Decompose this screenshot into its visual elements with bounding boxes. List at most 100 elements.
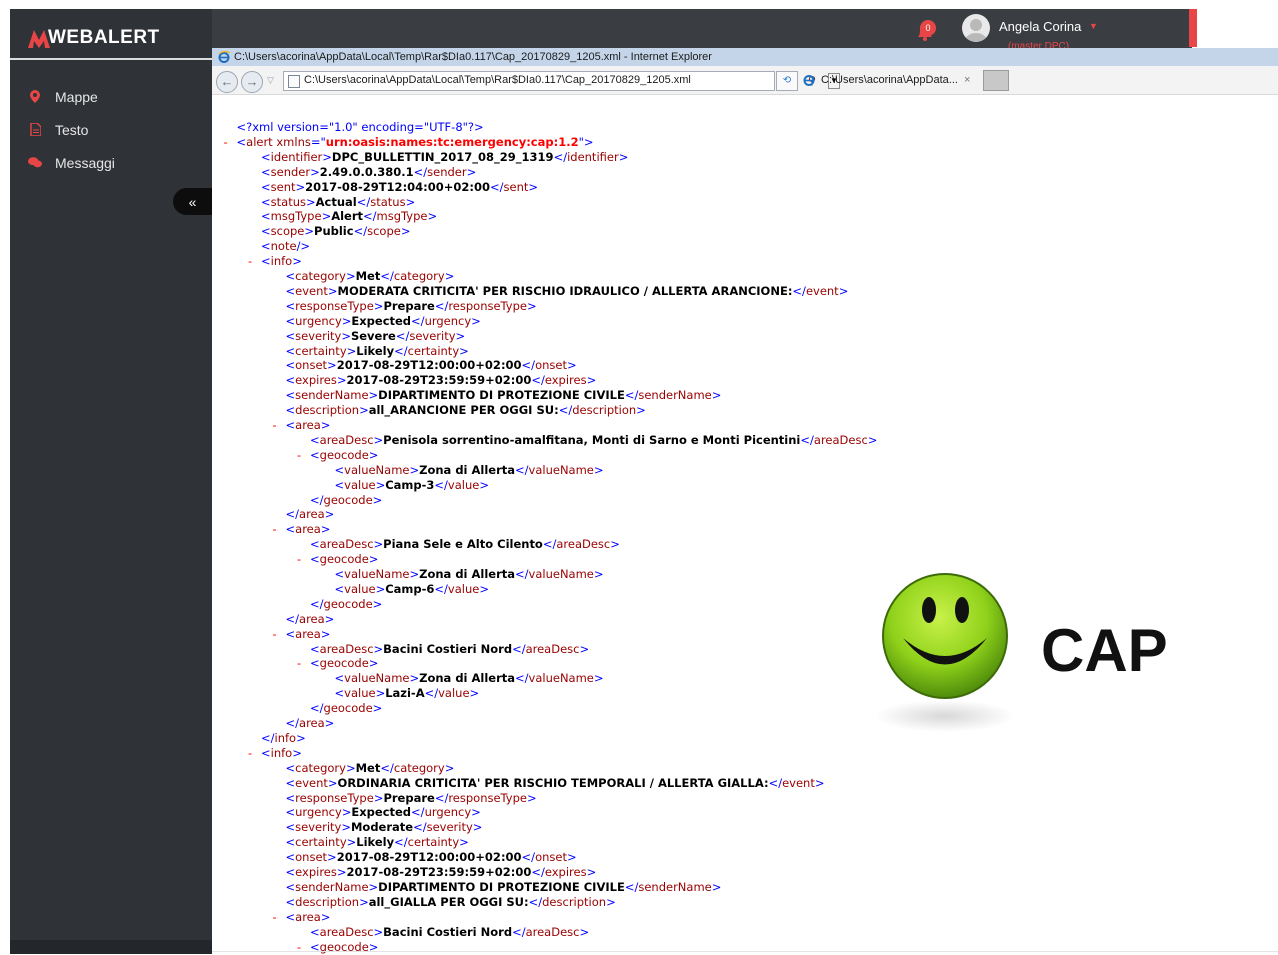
caret-down-icon[interactable]: ▼ <box>1089 21 1098 31</box>
xml-markup: > <box>368 656 379 671</box>
xml-markup: > <box>310 164 320 179</box>
xml-markup: > <box>341 820 351 835</box>
xml-value: Penisola sorrentino-amalfitana, Monti di… <box>383 432 801 447</box>
xml-line: <area> <box>286 910 331 925</box>
history-dropdown-icon[interactable]: ▽ <box>267 75 274 86</box>
collapse-toggle[interactable]: - <box>273 910 277 925</box>
ie-titlebar: C:\Users\acorina\AppData\Local\Temp\Rar$… <box>212 48 1278 66</box>
xml-value: Expected <box>351 805 412 820</box>
xml-markup: geocode <box>323 701 373 716</box>
xml-markup: event <box>295 775 328 790</box>
xml-markup: </ <box>434 790 449 805</box>
xml-value: Likely <box>356 835 395 850</box>
xml-line: <areaDesc>Penisola sorrentino-amalfitana… <box>310 433 877 448</box>
sidebar-collapse-button[interactable]: « <box>173 188 212 215</box>
cap-label: CAP <box>1041 617 1168 684</box>
xml-markup: > <box>320 626 331 641</box>
xml-markup: < <box>310 924 320 939</box>
xml-markup: > <box>341 328 351 343</box>
xml-markup: onset <box>535 358 567 373</box>
xml-markup: responseType <box>295 790 374 805</box>
xml-markup: > <box>459 835 469 850</box>
xml-value: Prepare <box>383 298 435 313</box>
xml-markup: </ <box>512 641 526 656</box>
collapse-toggle[interactable]: - <box>224 135 228 150</box>
xml-line: <area> <box>286 418 331 433</box>
xml-markup: > <box>444 269 455 283</box>
xml-markup: > <box>375 686 386 701</box>
chat-icon <box>28 156 42 170</box>
collapse-toggle[interactable]: - <box>297 656 301 671</box>
xml-markup: > <box>409 462 420 477</box>
xml-line: <description>all_GIALLA PER OGGI SU:</de… <box>286 895 616 910</box>
arrow-left-icon: ← <box>220 74 234 89</box>
xml-markup: > <box>327 850 337 865</box>
xml-markup: certainty <box>295 343 347 358</box>
xml-markup: > <box>593 671 604 686</box>
xml-line: <value>Lazi-A</value> <box>335 686 480 701</box>
xml-markup: areaDesc <box>556 537 611 552</box>
browser-tab[interactable]: C:\Users\acorina\AppData... × <box>803 71 983 89</box>
xml-markup: </ <box>413 164 428 179</box>
sidebar-item-messaggi[interactable]: Messaggi <box>10 146 212 179</box>
back-button[interactable]: ← <box>216 71 238 93</box>
xml-markup: areaDesc <box>525 924 580 939</box>
xml-markup: </ <box>363 209 377 224</box>
close-tab-icon[interactable]: × <box>964 74 970 86</box>
collapse-toggle[interactable]: - <box>273 418 277 433</box>
xml-markup: </ <box>411 313 425 328</box>
arrow-right-icon: → <box>245 74 259 89</box>
xml-markup: areaDesc <box>319 924 374 939</box>
collapse-toggle[interactable]: - <box>297 552 301 567</box>
window-bottom-border <box>212 951 1278 952</box>
xml-markup: </ <box>434 581 448 596</box>
address-bar[interactable]: C:\Users\acorina\AppData\Local\Temp\Rar$… <box>283 71 840 91</box>
collapse-toggle[interactable]: - <box>273 522 277 537</box>
xml-markup: < <box>334 477 345 492</box>
collapse-toggle[interactable]: - <box>297 448 301 463</box>
refresh-button[interactable]: ⟲ <box>776 71 798 91</box>
xml-markup: geocode <box>323 492 373 507</box>
xml-markup: > <box>528 179 539 194</box>
xml-markup: > <box>444 760 455 775</box>
xml-line: <expires>2017-08-29T23:59:59+02:00</expi… <box>286 865 597 880</box>
webalert-logo[interactable]: WEBALERT <box>28 22 160 54</box>
xml-markup: > <box>324 716 335 730</box>
xml-markup: description <box>572 403 637 418</box>
xml-markup: msgType <box>376 209 428 224</box>
xml-markup: </ <box>413 820 427 835</box>
xml-markup: valueName <box>528 462 594 477</box>
user-avatar[interactable] <box>962 14 990 42</box>
xml-line: <senderName>DIPARTIMENTO DI PROTEZIONE C… <box>286 880 722 895</box>
xml-line: </geocode> <box>310 597 382 612</box>
collapse-toggle[interactable]: - <box>297 940 301 955</box>
xml-line: <onset>2017-08-29T12:00:00+02:00</onset> <box>286 358 577 373</box>
user-name[interactable]: Angela Corina <box>999 19 1081 34</box>
xml-line: <info> <box>261 254 302 269</box>
collapse-toggle[interactable]: - <box>248 254 252 269</box>
xml-value: Alert <box>331 209 364 224</box>
xml-markup: category <box>393 760 445 775</box>
xml-value: DIPARTIMENTO DI PROTEZIONE CIVILE <box>378 879 625 894</box>
xml-line: <description>all_ARANCIONE PER OGGI SU:<… <box>286 403 646 418</box>
new-tab-button[interactable] <box>983 70 1009 91</box>
xml-markup: > <box>372 596 383 611</box>
xml-markup: > <box>320 418 331 432</box>
xml-markup: > <box>579 641 590 656</box>
xml-line: <senderName>DIPARTIMENTO DI PROTEZIONE C… <box>286 388 722 403</box>
sidebar-item-testo[interactable]: Testo <box>10 113 212 146</box>
double-chevron-left-icon: « <box>188 193 197 210</box>
xml-value: 2017-08-29T23:59:59+02:00 <box>346 865 532 879</box>
xml-markup: </ <box>310 492 324 507</box>
xml-markup: < <box>236 134 247 149</box>
xml-markup: value <box>438 686 470 701</box>
xml-line: <event>ORDINARIA CRITICITA' PER RISCHIO … <box>286 776 825 791</box>
xml-line: </geocode> <box>310 701 382 716</box>
xml-markup: valueName <box>528 567 594 581</box>
xml-markup: </ <box>531 373 545 388</box>
collapse-toggle[interactable]: - <box>273 627 277 642</box>
sidebar-item-mappe[interactable]: Mappe <box>10 80 212 113</box>
xml-markup: status <box>270 194 306 209</box>
forward-button[interactable]: → <box>241 71 263 93</box>
collapse-toggle[interactable]: - <box>248 746 252 761</box>
